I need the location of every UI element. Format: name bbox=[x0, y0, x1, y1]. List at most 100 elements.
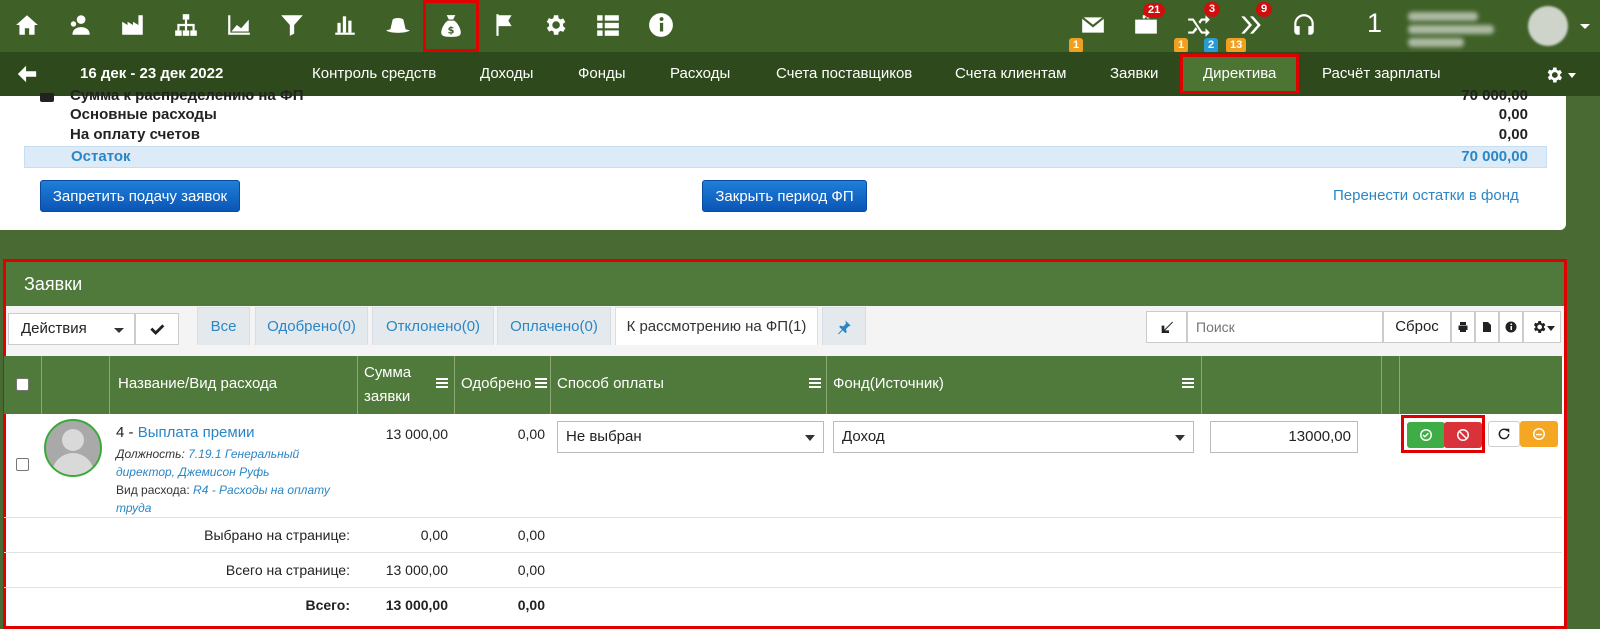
actions-label: Действия bbox=[21, 320, 87, 337]
column-menu-icon[interactable] bbox=[1182, 378, 1194, 388]
counter: 1 bbox=[1367, 8, 1383, 38]
tab-rejected[interactable]: Отклонено(0) bbox=[372, 307, 494, 345]
tab-all[interactable]: Все bbox=[197, 307, 250, 345]
tab-pin[interactable] bbox=[822, 307, 866, 345]
info-icon[interactable] bbox=[1499, 311, 1523, 343]
summary-row: На оплату счетов 0,00 bbox=[70, 126, 1546, 143]
apply-check-button[interactable] bbox=[135, 313, 179, 345]
row-checkbox[interactable] bbox=[16, 458, 29, 471]
reset-button[interactable]: Сброс bbox=[1383, 311, 1451, 343]
list-icon[interactable] bbox=[591, 8, 625, 42]
user-avatar[interactable] bbox=[1528, 6, 1568, 46]
totals-label: Всего: bbox=[305, 597, 350, 613]
search-input[interactable] bbox=[1187, 311, 1383, 343]
summary-panel: Сумма к распределению на ФП 70 000,00 Ос… bbox=[0, 87, 1566, 230]
amount-input[interactable]: 13000,00 bbox=[1210, 421, 1358, 453]
requests-title: Заявки bbox=[6, 262, 1564, 306]
totals-approved: 0,00 bbox=[517, 527, 545, 543]
tab-pending-review[interactable]: К рассмотрению на ФП(1) bbox=[615, 307, 818, 345]
collapse-arrow-button[interactable] bbox=[1146, 311, 1187, 343]
header-name-label: Название/Вид расхода bbox=[118, 375, 278, 392]
arrow-down-left-icon bbox=[1161, 321, 1173, 333]
fund-value: Доход bbox=[842, 428, 885, 445]
shuffle-badge-blue: 2 bbox=[1204, 38, 1219, 53]
transfer-remainder-link[interactable]: Перенести остатки в фонд bbox=[1333, 187, 1519, 204]
money-bag-icon[interactable]: $ bbox=[423, 0, 479, 52]
hat-icon[interactable] bbox=[381, 8, 415, 42]
factory-icon[interactable] bbox=[116, 8, 150, 42]
table-header: Название/Вид расхода Сумма заявки Одобре… bbox=[4, 356, 1562, 414]
header-name: Название/Вид расхода bbox=[110, 356, 358, 414]
home-icon[interactable] bbox=[10, 8, 44, 42]
export-icon[interactable] bbox=[1475, 311, 1499, 343]
column-menu-icon[interactable] bbox=[436, 378, 448, 388]
summary-row-value: 0,00 bbox=[1498, 106, 1528, 123]
chevron-down-icon bbox=[1175, 435, 1185, 441]
header-fund: Фонд(Источник) bbox=[827, 356, 1202, 414]
area-chart-icon[interactable] bbox=[222, 8, 256, 42]
user-info[interactable] bbox=[1408, 8, 1494, 47]
request-title: 4 - Выплата премии bbox=[116, 424, 254, 441]
clock-icon bbox=[1533, 428, 1545, 440]
flag-icon[interactable] bbox=[487, 8, 521, 42]
mail-icon[interactable] bbox=[1076, 8, 1110, 42]
totals-sum: 0,00 bbox=[420, 527, 448, 543]
request-approved: 0,00 bbox=[517, 426, 545, 442]
column-menu-icon[interactable] bbox=[809, 378, 821, 388]
select-all-checkbox[interactable] bbox=[16, 378, 29, 391]
column-menu-icon[interactable] bbox=[535, 378, 547, 388]
refresh-button[interactable] bbox=[1488, 421, 1520, 447]
totals-approved: 0,00 bbox=[517, 597, 545, 613]
defer-button[interactable] bbox=[1520, 421, 1558, 447]
header-approved: Одобрено bbox=[455, 356, 551, 414]
fund-select[interactable]: Доход bbox=[833, 421, 1194, 453]
ban-icon bbox=[1457, 429, 1469, 441]
request-number: 4 - bbox=[116, 424, 138, 441]
pay-method-select[interactable]: Не выбран bbox=[557, 421, 824, 453]
chevron-down-icon bbox=[1547, 326, 1555, 331]
header-avatar-cell bbox=[42, 356, 110, 414]
chevron-down-icon[interactable] bbox=[1580, 24, 1590, 29]
gear-icon[interactable] bbox=[538, 8, 572, 42]
bar-chart-icon[interactable] bbox=[328, 8, 362, 42]
header-pay-method-label: Способ оплаты bbox=[557, 375, 664, 392]
close-period-button[interactable]: Закрыть период ФП bbox=[702, 180, 867, 212]
request-sum: 13 000,00 bbox=[385, 426, 448, 442]
totals-sum: 13 000,00 bbox=[385, 562, 448, 578]
chevron-down-icon bbox=[1568, 72, 1576, 78]
header-approved-label: Одобрено bbox=[461, 375, 532, 392]
filter-icon[interactable] bbox=[275, 8, 309, 42]
svg-text:$: $ bbox=[448, 26, 455, 37]
chevron-down-icon bbox=[114, 328, 124, 333]
users-icon[interactable] bbox=[63, 8, 97, 42]
chevron-down-icon bbox=[805, 435, 815, 441]
collapse-icon[interactable] bbox=[40, 93, 54, 102]
reject-button[interactable] bbox=[1444, 422, 1482, 448]
approve-button[interactable] bbox=[1407, 422, 1445, 448]
org-chart-icon[interactable] bbox=[169, 8, 203, 42]
back-arrow-icon[interactable] bbox=[16, 63, 38, 85]
print-icon[interactable] bbox=[1451, 311, 1475, 343]
settings-gear-icon[interactable] bbox=[1544, 64, 1584, 86]
tab-approved[interactable]: Одобрено(0) bbox=[255, 307, 368, 345]
headset-icon[interactable] bbox=[1287, 8, 1321, 42]
table-settings-icon[interactable] bbox=[1523, 311, 1561, 343]
request-title-link[interactable]: Выплата премии bbox=[138, 424, 255, 441]
approve-reject-group bbox=[1401, 415, 1485, 453]
pay-method-value: Не выбран bbox=[566, 428, 642, 445]
header-fund-label: Фонд(Источник) bbox=[833, 375, 944, 392]
block-requests-button[interactable]: Запретить подачу заявок bbox=[40, 180, 240, 212]
tab-paid[interactable]: Оплачено(0) bbox=[497, 307, 611, 345]
totals-label: Выбрано на странице: bbox=[204, 527, 350, 543]
shuffle-badge-orange: 1 bbox=[1174, 38, 1189, 53]
mail-badge: 1 bbox=[1069, 38, 1084, 53]
info-icon[interactable] bbox=[644, 8, 678, 42]
rest-label: Остаток bbox=[71, 148, 131, 165]
header-spacer bbox=[1382, 356, 1400, 414]
position-label: Должность: bbox=[116, 447, 185, 461]
pin-icon bbox=[838, 320, 851, 335]
actions-dropdown[interactable]: Действия bbox=[8, 313, 135, 345]
totals-approved: 0,00 bbox=[517, 562, 545, 578]
forward-badge: 9 bbox=[1256, 2, 1273, 17]
summary-row-label: Основные расходы bbox=[70, 106, 217, 123]
